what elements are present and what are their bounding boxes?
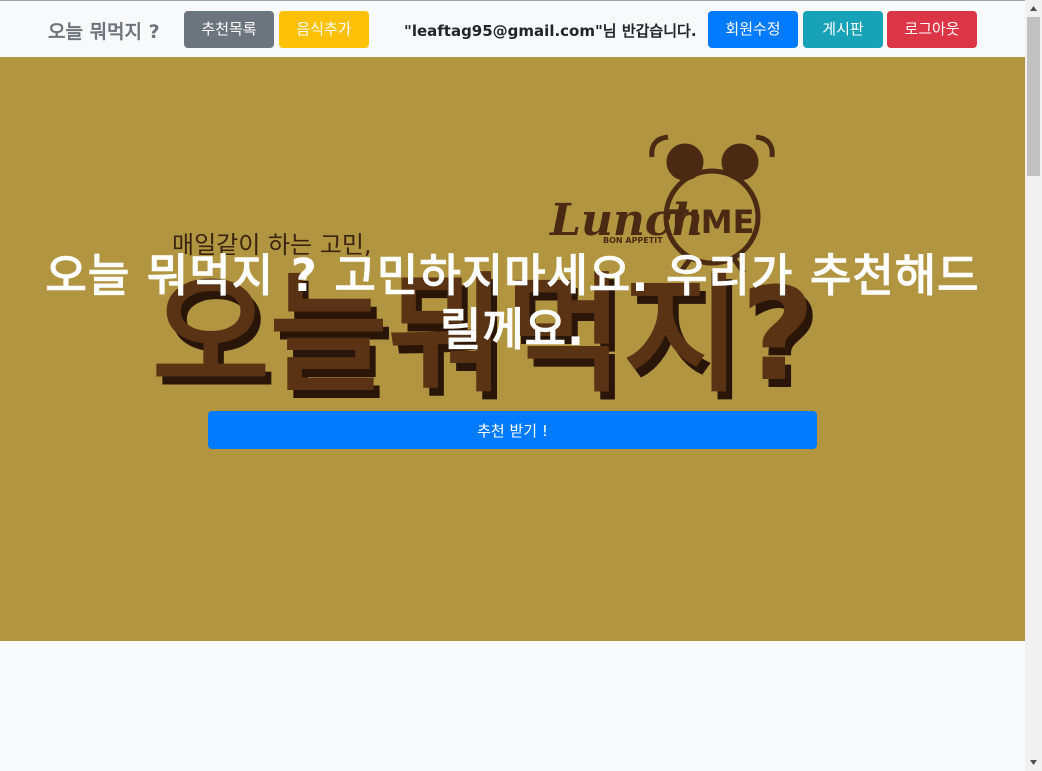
board-button[interactable]: 게시판 xyxy=(803,11,883,48)
scroll-up-arrow-icon[interactable] xyxy=(1025,0,1042,17)
recommend-list-button[interactable]: 추천목록 xyxy=(184,11,274,48)
scrollbar[interactable] xyxy=(1025,0,1042,771)
get-recommendation-button[interactable]: 추천 받기 ! xyxy=(208,411,817,449)
greeting-text: "leaftag95@gmail.com"님 반갑습니다. xyxy=(404,22,697,40)
logout-button[interactable]: 로그아웃 xyxy=(887,11,977,48)
page-body xyxy=(0,641,1025,771)
scrollbar-thumb[interactable] xyxy=(1027,17,1040,176)
banner-logo-tag: BON APPETIT xyxy=(603,236,663,245)
add-food-button[interactable]: 음식추가 xyxy=(279,11,369,48)
edit-member-button[interactable]: 회원수정 xyxy=(708,11,798,48)
scroll-down-arrow-icon[interactable] xyxy=(1025,754,1042,771)
banner-logo-time: TIME xyxy=(667,203,754,241)
hero-banner: 오늘뭐먹지? 오늘뭐먹지? 매일같이 하는 고민, Lunch TIME BON… xyxy=(0,57,1025,641)
hero-headline: 오늘 뭐먹지 ? 고민하지마세요. 우리가 추천해드릴께요. xyxy=(45,249,980,356)
brand-title[interactable]: 오늘 뭐먹지 ? xyxy=(48,17,160,44)
navbar: 오늘 뭐먹지 ? 추천목록 음식추가 "leaftag95@gmail.com"… xyxy=(0,1,1025,57)
